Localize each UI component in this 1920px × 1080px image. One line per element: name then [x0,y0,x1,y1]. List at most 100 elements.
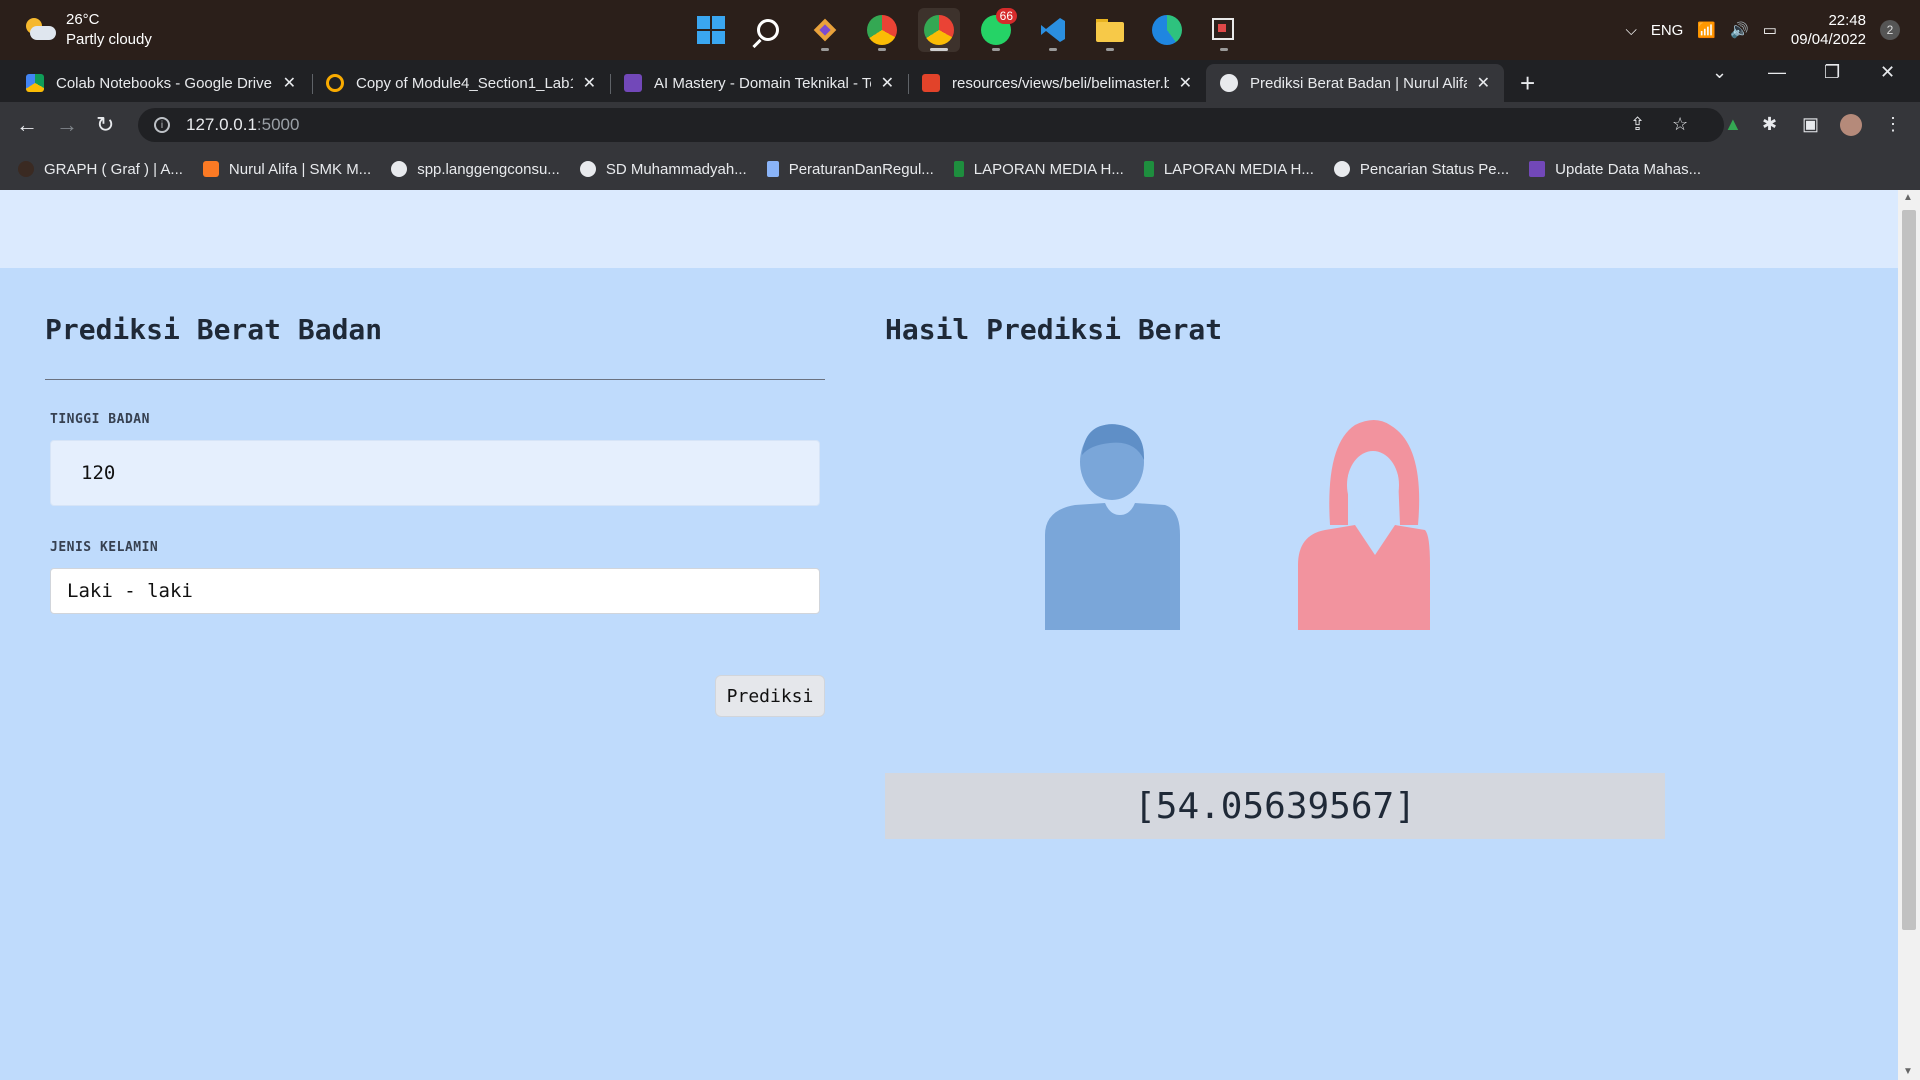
minimize-button[interactable]: — [1768,62,1786,83]
battery-icon[interactable]: ▭ [1763,21,1777,39]
bookmark-item[interactable]: SD Muhammadyah... [579,161,747,178]
bookmark-item[interactable]: Pencarian Status Pe... [1333,160,1510,178]
chevron-up-icon[interactable]: ⌵ [1625,22,1636,39]
page-header-band [0,190,1898,268]
divider [45,379,825,380]
git-icon [813,18,837,42]
result-title: Hasil Prediksi Berat [885,313,1223,346]
browser-toolbar: ← → ↻ i 127.0.0.1:5000 ⇪ ☆ ▲ ✱ ▣ ⋮ [0,102,1920,148]
taskbar-app-explorer[interactable] [1089,8,1131,52]
notification-count[interactable]: 2 [1880,20,1900,40]
scrollbar-thumb[interactable] [1902,210,1916,930]
browser-tab[interactable]: Copy of Module4_Section1_Lab1 ✕ [312,64,610,102]
restore-button[interactable]: ❐ [1824,62,1840,83]
close-icon[interactable]: ✕ [881,73,894,93]
bookmark-item[interactable]: LAPORAN MEDIA H... [1143,161,1314,178]
taskbar-app-vscode[interactable] [1032,8,1074,52]
web-page: Prediksi Berat Badan TINGGI BADAN 120 JE… [0,190,1898,1080]
taskbar-app-git[interactable] [804,8,846,52]
browser-tab-strip: Colab Notebooks - Google Drive ✕ Copy of… [0,60,1920,102]
taskbar-app-chrome-2[interactable] [918,8,960,52]
taskbar-app-whatsapp[interactable]: 66 [975,8,1017,52]
taskbar-app-chrome-1[interactable] [861,8,903,52]
close-icon[interactable]: ✕ [283,73,296,93]
close-icon[interactable]: ✕ [583,73,596,93]
person-icon [18,161,34,177]
form-icon [624,74,642,92]
bookmark-label: PeraturanDanRegul... [788,160,934,178]
bookmark-item[interactable]: PeraturanDanRegul... [766,160,934,178]
bookmark-item[interactable]: Nurul Alifa | SMK M... [202,160,372,178]
gender-select[interactable]: Laki - laki [50,568,820,614]
info-icon[interactable]: i [154,117,170,133]
star-icon[interactable]: ☆ [1672,114,1688,135]
taskbar-app-edge[interactable] [1146,8,1188,52]
taskbar-search-button[interactable] [747,8,789,52]
globe-icon [1220,74,1238,92]
browser-tab-active[interactable]: Prediksi Berat Badan | Nurul Alifa ✕ [1206,64,1504,102]
bookmarks-bar: GRAPH ( Graf ) | A... Nurul Alifa | SMK … [0,148,1920,190]
share-icon[interactable]: ⇪ [1630,114,1645,135]
bookmark-label: GRAPH ( Graf ) | A... [44,160,183,178]
weather-widget[interactable]: 26°C Partly cloudy [24,10,152,50]
bookmark-item[interactable]: LAPORAN MEDIA H... [953,161,1124,178]
wifi-icon[interactable]: 📶 [1697,21,1716,39]
language-indicator[interactable]: ENG [1651,22,1684,39]
avatar[interactable] [1840,114,1862,136]
bookmark-item[interactable]: Update Data Mahas... [1529,161,1701,178]
tab-label: Colab Notebooks - Google Drive [56,74,272,92]
tab-label: AI Mastery - Domain Teknikal - Te [654,74,871,92]
tab-search-icon[interactable]: ⌄ [1712,62,1727,83]
page-scrollbar[interactable]: ▲ ▼ [1898,190,1920,1080]
height-input[interactable]: 120 [50,440,820,506]
vscode-icon [1041,18,1065,42]
drive-extension-icon[interactable]: ▲ [1724,114,1742,135]
menu-icon[interactable]: ⋮ [1884,114,1902,135]
browser-tab[interactable]: Colab Notebooks - Google Drive ✕ [12,64,310,102]
bookmark-label: Update Data Mahas... [1555,160,1702,178]
close-window-button[interactable]: ✕ [1880,62,1895,83]
height-label: TINGGI BADAN [50,412,150,427]
tab-label: resources/views/beli/belimaster.b [952,74,1169,92]
extensions-icon[interactable]: ✱ [1762,114,1777,135]
chrome-icon [867,15,897,45]
sheet-icon [1143,161,1154,177]
volume-icon[interactable]: 🔊 [1730,21,1749,39]
bookmark-item[interactable]: GRAPH ( Graf ) | A... [18,161,183,178]
back-icon[interactable]: ← [16,112,38,138]
prediction-result: [54.05639567] [885,773,1665,839]
weather-desc: Partly cloudy [66,31,152,48]
system-clock[interactable]: 22:48 09/04/2022 [1791,11,1866,49]
gender-illustration [1045,420,1430,630]
document-icon [766,161,779,177]
globe-icon [1333,161,1350,177]
close-icon[interactable]: ✕ [1477,73,1490,93]
close-icon[interactable]: ✕ [1179,73,1192,93]
snipping-tool-icon [1212,18,1234,40]
search-icon [757,19,779,41]
female-figure-icon [1298,420,1430,630]
globe-icon [579,161,596,177]
edge-icon [1152,15,1182,45]
bookmark-item[interactable]: spp.langgengconsu... [391,161,560,178]
google-drive-icon [26,74,44,92]
scroll-up-icon[interactable]: ▲ [1903,192,1913,203]
clock-date: 09/04/2022 [1790,31,1866,48]
forward-icon[interactable]: → [56,112,78,138]
bookmark-label: Nurul Alifa | SMK M... [228,160,372,178]
new-tab-button[interactable]: + [1520,68,1535,99]
bookmark-label: Pencarian Status Pe... [1359,160,1510,178]
folder-icon [1096,19,1124,42]
taskbar-app-snipping[interactable] [1203,8,1245,52]
colab-icon [326,74,344,92]
browser-tab[interactable]: AI Mastery - Domain Teknikal - Te ✕ [610,64,908,102]
start-button[interactable] [690,8,732,52]
browser-tab[interactable]: resources/views/beli/belimaster.b ✕ [908,64,1206,102]
clock-time: 22:48 [1828,12,1866,29]
scroll-down-icon[interactable]: ▼ [1903,1066,1913,1077]
predict-button[interactable]: Prediksi [715,675,825,717]
reload-icon[interactable]: ↻ [96,112,114,138]
side-panel-icon[interactable]: ▣ [1802,114,1819,135]
address-bar[interactable]: i 127.0.0.1:5000 [138,108,1724,142]
form-icon [1529,161,1546,177]
